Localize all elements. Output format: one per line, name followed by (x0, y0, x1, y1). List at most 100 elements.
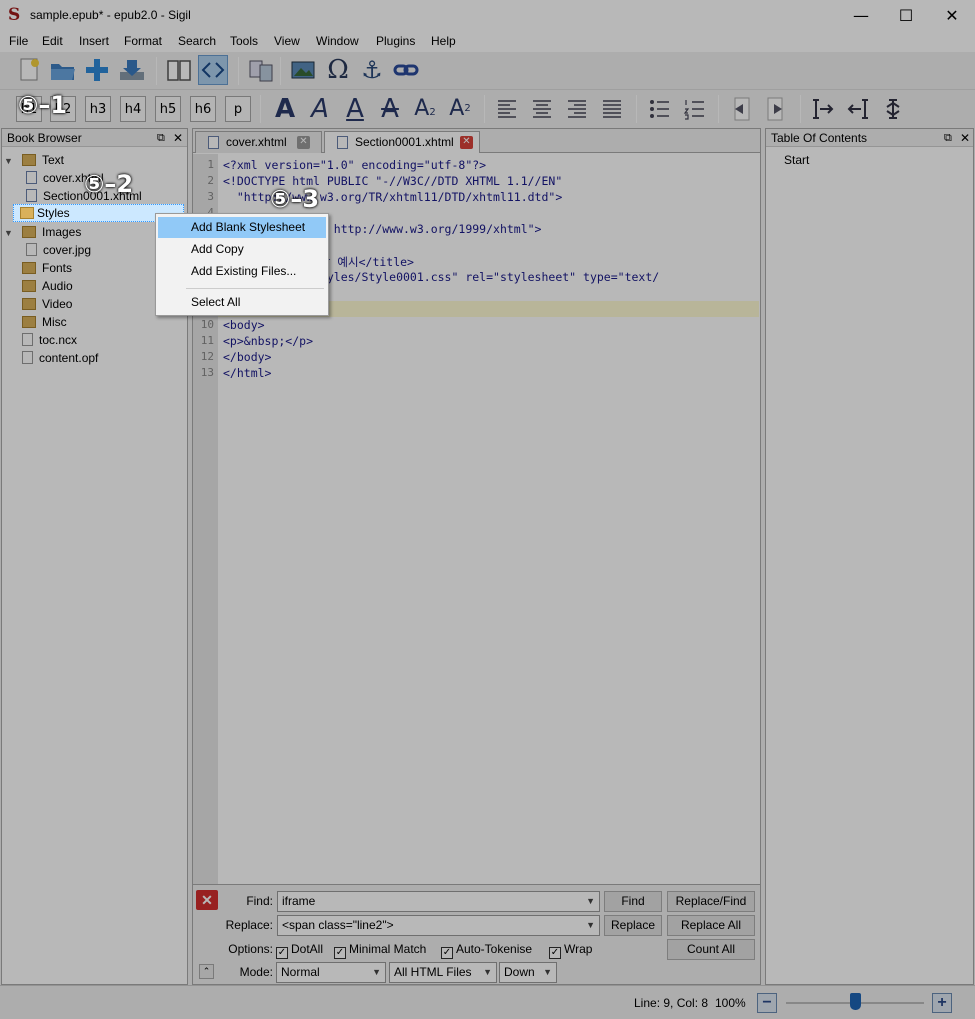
replace-find-button[interactable]: Replace/Find (667, 891, 755, 912)
menu-add-blank-stylesheet[interactable]: Add Blank Stylesheet (158, 217, 326, 238)
close-find-icon[interactable]: ✕ (196, 890, 218, 910)
menu-edit[interactable]: Edit (42, 34, 63, 48)
menu-window[interactable]: Window (316, 34, 359, 48)
heading-h6-button[interactable]: h6 (190, 96, 216, 122)
count-all-button[interactable]: Count All (667, 939, 755, 960)
zoom-slider-handle[interactable] (850, 993, 861, 1010)
code-line[interactable]: <p>&nbsp;</p> (223, 334, 313, 348)
tree-folder-video[interactable]: Video (22, 295, 72, 313)
minimal-match-checkbox[interactable]: ✓ Minimal Match (334, 942, 426, 959)
chevron-down-icon[interactable]: ▼ (483, 963, 492, 982)
minimize-button[interactable]: — (838, 0, 884, 31)
tree-file-toc[interactable]: toc.ncx (22, 331, 77, 349)
zoom-in-icon[interactable]: + (932, 993, 952, 1013)
close-panel-icon[interactable]: ✕ (960, 129, 970, 147)
expand-arrow-icon[interactable]: ▼ (4, 152, 14, 170)
bullet-list-icon[interactable] (644, 94, 674, 124)
tree-folder-fonts[interactable]: Fonts (22, 259, 72, 277)
replace-all-button[interactable]: Replace All (667, 915, 755, 936)
bold-icon[interactable]: A (270, 94, 300, 124)
insert-link-icon[interactable] (391, 55, 421, 85)
tree-folder-text[interactable]: ▼ Text (4, 151, 64, 169)
heading-h3-button[interactable]: h3 (85, 96, 111, 122)
checkbox-checked-icon[interactable]: ✓ (276, 947, 288, 959)
close-tab-icon[interactable]: ✕ (297, 136, 310, 149)
find-button[interactable]: Find (604, 891, 662, 912)
menu-search[interactable]: Search (178, 34, 216, 48)
menu-format[interactable]: Format (124, 34, 162, 48)
new-book-icon[interactable] (14, 55, 44, 85)
replace-button[interactable]: Replace (604, 915, 662, 936)
tree-folder-misc[interactable]: Misc (22, 313, 67, 331)
increase-indent-icon[interactable] (761, 94, 791, 124)
decrease-indent-icon[interactable] (726, 94, 756, 124)
save-icon[interactable] (117, 55, 147, 85)
float-panel-icon[interactable]: ⧉ (157, 129, 165, 147)
toc-item-start[interactable]: Start (784, 151, 809, 169)
menu-plugins[interactable]: Plugins (376, 34, 415, 48)
maximize-button[interactable]: ☐ (883, 0, 929, 31)
dotall-checkbox[interactable]: ✓ DotAll (276, 942, 323, 959)
tree-folder-images[interactable]: ▼ Images (4, 223, 81, 241)
underline-icon[interactable]: A (340, 94, 370, 124)
italic-icon[interactable]: A (305, 94, 335, 124)
tab-cover-xhtml[interactable]: cover.xhtml ✕ (195, 131, 322, 153)
chevron-down-icon[interactable]: ▼ (586, 916, 595, 935)
collapse-up-icon[interactable]: ⌃ (199, 964, 214, 979)
wrap-checkbox[interactable]: ✓ Wrap (549, 942, 592, 959)
heading-decrease-icon[interactable] (843, 94, 873, 124)
code-line[interactable]: <body> (223, 318, 265, 332)
insert-anchor-icon[interactable]: ⚓ (357, 55, 387, 85)
tab-section0001-xhtml[interactable]: Section0001.xhtml ✕ (324, 131, 480, 153)
code-line[interactable]: </html> (223, 366, 271, 380)
find-input[interactable]: iframe ▼ (277, 891, 600, 912)
menu-select-all[interactable]: Select All (158, 292, 326, 313)
open-folder-icon[interactable] (48, 55, 78, 85)
code-line[interactable]: </body> (223, 350, 271, 364)
close-panel-icon[interactable]: ✕ (173, 129, 183, 147)
zoom-out-icon[interactable]: − (757, 993, 777, 1013)
split-file-icon[interactable] (246, 55, 276, 85)
direction-select[interactable]: Down ▼ (499, 962, 557, 983)
strikethrough-icon[interactable]: A (375, 94, 405, 124)
align-center-icon[interactable] (527, 94, 557, 124)
checkbox-checked-icon[interactable]: ✓ (334, 947, 346, 959)
code-line[interactable]: <?xml version="1.0" encoding="utf-8"?> (223, 158, 486, 172)
replace-input[interactable]: <span class="line2"> ▼ (277, 915, 600, 936)
align-left-icon[interactable] (492, 94, 522, 124)
checkbox-checked-icon[interactable]: ✓ (549, 947, 561, 959)
menu-add-existing-files[interactable]: Add Existing Files... (158, 261, 326, 282)
chevron-down-icon[interactable]: ▼ (543, 963, 552, 982)
code-view-icon[interactable] (198, 55, 228, 85)
heading-h5-button[interactable]: h5 (155, 96, 181, 122)
menu-insert[interactable]: Insert (79, 34, 109, 48)
menu-view[interactable]: View (274, 34, 300, 48)
close-tab-icon[interactable]: ✕ (460, 136, 473, 149)
align-right-icon[interactable] (562, 94, 592, 124)
book-view-icon[interactable] (164, 55, 194, 85)
numbered-list-icon[interactable] (679, 94, 709, 124)
insert-image-icon[interactable] (288, 55, 318, 85)
checkbox-checked-icon[interactable]: ✓ (441, 947, 453, 959)
tree-file-cover-jpg[interactable]: cover.jpg (26, 241, 91, 259)
chevron-down-icon[interactable]: ▼ (586, 892, 595, 911)
heading-increase-icon[interactable] (808, 94, 838, 124)
menu-add-copy[interactable]: Add Copy (158, 239, 326, 260)
chevron-down-icon[interactable]: ▼ (372, 963, 381, 982)
heading-renumber-icon[interactable] (878, 94, 908, 124)
heading-h4-button[interactable]: h4 (120, 96, 146, 122)
scope-select[interactable]: All HTML Files ▼ (389, 962, 497, 983)
expand-arrow-icon[interactable]: ▼ (4, 224, 14, 242)
insert-special-char-icon[interactable]: Ω (323, 55, 353, 85)
tree-folder-audio[interactable]: Audio (22, 277, 73, 295)
menu-help[interactable]: Help (431, 34, 456, 48)
paragraph-button[interactable]: p (225, 96, 251, 122)
tree-file-content-opf[interactable]: content.opf (22, 349, 98, 367)
menu-file[interactable]: File (9, 34, 28, 48)
menu-tools[interactable]: Tools (230, 34, 258, 48)
subscript-icon[interactable]: A2 (410, 94, 440, 124)
superscript-icon[interactable]: A2 (445, 94, 475, 124)
add-file-icon[interactable] (82, 55, 112, 85)
mode-select[interactable]: Normal ▼ (276, 962, 386, 983)
close-window-button[interactable]: ✕ (929, 0, 975, 31)
